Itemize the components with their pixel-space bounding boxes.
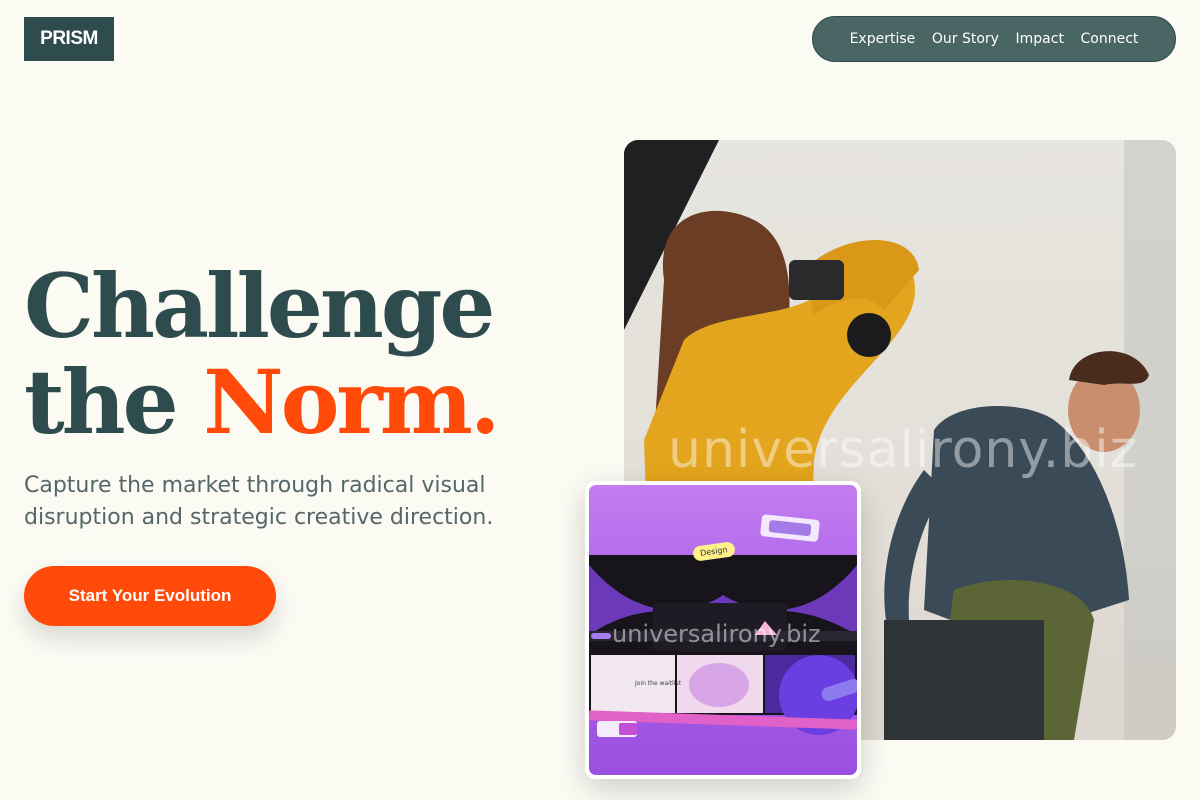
watermark-text-secondary: universalirony.biz	[612, 620, 821, 648]
join-waitlist-text: Join the waitlist	[635, 680, 681, 687]
start-evolution-button[interactable]: Start Your Evolution	[24, 566, 276, 626]
watermark-text: universalirony.biz	[668, 420, 1139, 480]
nav-item-our-story[interactable]: Our Story	[932, 31, 999, 47]
nav-item-impact[interactable]: Impact	[1016, 31, 1064, 47]
brand-logo[interactable]: PRISM	[24, 17, 114, 61]
nav-item-expertise[interactable]: Expertise	[850, 31, 916, 47]
headline-accent: Norm.	[203, 350, 500, 454]
main-nav: Expertise Our Story Impact Connect	[812, 16, 1176, 62]
headline-line-2: the	[24, 350, 204, 454]
headline-line-1: Challenge	[24, 254, 495, 358]
hero-headline: Challenge the Norm.	[24, 258, 501, 450]
nav-item-connect[interactable]: Connect	[1081, 31, 1139, 47]
hero-subtext: Capture the market through radical visua…	[24, 473, 494, 530]
